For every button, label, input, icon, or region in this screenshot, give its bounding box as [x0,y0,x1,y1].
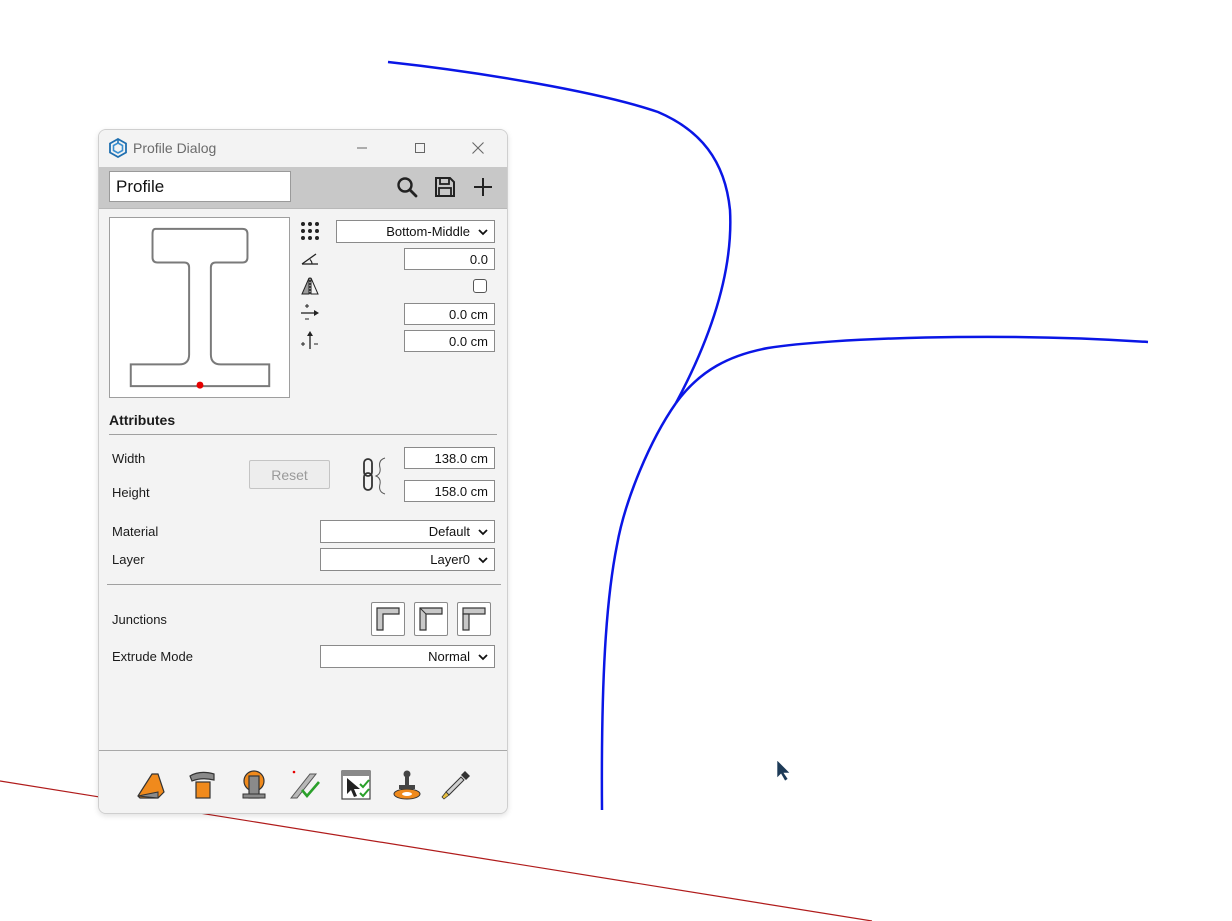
attributes-heading: Attributes [109,412,176,428]
junctions-label: Junctions [112,612,167,627]
close-icon [472,142,484,154]
width-input[interactable]: 138.0 cm [404,447,495,469]
junctions-divider [107,584,501,585]
attributes-divider [109,434,497,435]
offset-y-icon [299,329,321,351]
height-value: 158.0 cm [434,483,488,499]
save-icon [435,177,455,197]
junction-overlap-button[interactable] [457,602,491,636]
layer-select[interactable]: Layer0 [320,548,495,571]
offset-x-input[interactable]: 0.0 cm [404,303,495,325]
chevron-down-icon [478,654,488,661]
height-input[interactable]: 158.0 cm [404,480,495,502]
save-button[interactable] [432,174,458,200]
search-button[interactable] [394,174,420,200]
mirror-checkbox[interactable] [473,279,487,293]
anchor-grid-icon [299,220,321,242]
title-bar[interactable]: Profile Dialog [99,130,507,167]
minimize-button[interactable] [339,133,385,163]
link-chain-icon[interactable] [361,456,389,496]
select-tool-icon[interactable] [339,768,373,802]
stamp-tool-icon[interactable] [390,768,424,802]
width-value: 138.0 cm [434,450,488,466]
profile-preview [109,217,290,398]
search-icon [397,177,418,198]
offset-y-value: 0.0 cm [448,333,488,349]
add-profile-button[interactable] [470,174,496,200]
mirror-icon [299,275,321,297]
chevron-down-icon [478,529,488,536]
material-select[interactable]: Default [320,520,495,543]
extrude-mode-label: Extrude Mode [112,649,193,664]
curve-path-3[interactable] [600,402,678,811]
minimize-icon [357,147,367,149]
rotation-input[interactable]: 0.0 [404,248,495,270]
layer-select-value: Layer0 [430,552,470,567]
paint-tool-icon[interactable] [186,768,220,802]
junction-butt-icon [419,607,443,631]
i-beam-shape [129,227,271,388]
maximize-icon [415,143,425,153]
extrude-tool-icon[interactable] [134,768,168,802]
extrude-mode-value: Normal [428,649,470,664]
material-label: Material [112,524,159,539]
tools-bar [99,750,507,813]
width-label: Width [112,451,146,466]
check-edges-tool-icon[interactable] [288,768,322,802]
junction-miter-icon [376,607,400,631]
maximize-button[interactable] [397,133,443,163]
chevron-down-icon [478,229,488,236]
eyedropper-icon[interactable] [439,768,473,802]
window-title: Profile Dialog [133,140,217,156]
chevron-down-icon [478,557,488,564]
layer-label: Layer [112,552,145,567]
reset-button[interactable]: Reset [249,460,330,489]
offset-x-value: 0.0 cm [448,306,488,322]
anchor-select[interactable]: Bottom-Middle [336,220,495,243]
extrude-mode-select[interactable]: Normal [320,645,495,668]
curve-path-2[interactable] [674,335,1149,404]
junction-miter-button[interactable] [371,602,405,636]
sketchup-logo-icon [109,138,127,158]
profile-name-input[interactable] [109,171,291,202]
follow-me-tool-icon[interactable] [237,768,271,802]
anchor-select-value: Bottom-Middle [386,224,470,239]
mouse-cursor-icon [776,759,791,782]
junction-butt-button[interactable] [414,602,448,636]
rotation-value: 0.0 [469,251,488,267]
profile-dialog: Profile Dialog Profile Bottom-Middle 0.0… [98,129,508,814]
offset-x-icon [299,302,321,324]
profile-toolbar [99,167,507,209]
material-select-value: Default [428,524,470,539]
height-label: Height [112,485,150,500]
rotation-angle-icon [299,247,321,269]
close-button[interactable] [455,133,501,163]
add-icon [474,178,492,196]
offset-y-input[interactable]: 0.0 cm [404,330,495,352]
junction-overlap-icon [462,607,486,631]
anchor-point [196,381,204,389]
